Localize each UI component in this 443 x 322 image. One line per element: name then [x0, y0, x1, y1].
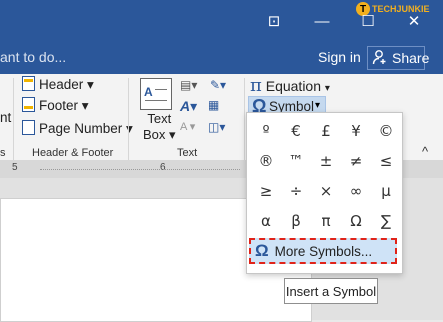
symbol-cell[interactable]: ©	[371, 117, 401, 145]
tell-me-input[interactable]: ant to do...	[0, 49, 66, 65]
date-time-icon[interactable]: ▦	[208, 98, 219, 112]
symbol-cell[interactable]: ±	[311, 147, 341, 175]
header-button[interactable]: Header ▾	[22, 76, 94, 93]
symbol-cell[interactable]: º	[251, 117, 281, 145]
ribbon-partial-label: nt	[0, 110, 12, 125]
footer-button[interactable]: Footer ▾	[22, 97, 89, 114]
symbol-dropdown: º € £ ¥ © ® ™ ± ≠ ≤ ≥ ÷ × ∞ µ α β π Ω ∑ Ω More Symbols...	[246, 112, 403, 274]
symbol-cell[interactable]: Ω	[341, 207, 371, 235]
group-partial-label: s	[0, 147, 6, 159]
footer-icon	[22, 97, 35, 112]
group-text-label: Text	[177, 147, 198, 159]
symbol-cell[interactable]: £	[311, 117, 341, 145]
symbol-cell[interactable]: ∑	[371, 207, 401, 235]
symbol-cell[interactable]: ®	[251, 147, 281, 175]
pi-icon: π	[250, 75, 262, 96]
symbol-cell[interactable]: ≤	[371, 147, 401, 175]
ribbon-display-options-button[interactable]: ⊡	[252, 0, 296, 42]
symbol-cell[interactable]: ≠	[341, 147, 371, 175]
share-button[interactable]: Share	[367, 46, 429, 70]
omega-icon: Ω	[255, 241, 269, 260]
drop-cap-icon[interactable]: A ▾	[180, 120, 195, 133]
chevron-down-icon: ▾	[315, 100, 321, 111]
symbol-cell[interactable]: π	[311, 207, 341, 235]
text-box-icon: A	[140, 78, 172, 110]
quick-parts-icon[interactable]: ▤▾	[180, 78, 197, 92]
more-symbols-button[interactable]: Ω More Symbols...	[249, 238, 397, 264]
header-icon	[22, 76, 35, 91]
person-add-icon	[372, 49, 388, 68]
symbol-cell[interactable]: µ	[371, 177, 401, 205]
symbol-cell[interactable]: α	[251, 207, 281, 235]
maximize-button[interactable]: ☐	[346, 0, 390, 42]
text-box-button[interactable]: Text Box ▾	[143, 111, 176, 143]
title-bar: T TECHJUNKIE ⊡ — ☐ ✕	[0, 0, 443, 42]
page-number-icon	[22, 120, 35, 135]
collapse-ribbon-button[interactable]: ^	[422, 144, 428, 159]
object-icon[interactable]: ◫▾	[208, 120, 225, 134]
sign-in-link[interactable]: Sign in	[318, 49, 361, 65]
symbol-cell[interactable]: ÷	[281, 177, 311, 205]
equation-button[interactable]: π Equation ▾	[250, 75, 330, 96]
symbol-cell[interactable]: ∞	[341, 177, 371, 205]
symbol-cell[interactable]: ¥	[341, 117, 371, 145]
minimize-button[interactable]: —	[300, 0, 344, 42]
symbol-cell[interactable]: ™	[281, 147, 311, 175]
symbol-cell[interactable]: ×	[311, 177, 341, 205]
symbol-cell[interactable]: €	[281, 117, 311, 145]
wordart-icon[interactable]: A▾	[180, 98, 197, 115]
tooltip: Insert a Symbol	[284, 278, 378, 304]
page-number-button[interactable]: Page Number ▾	[22, 120, 133, 137]
chevron-down-icon: ▾	[324, 83, 330, 94]
symbol-cell[interactable]: ≥	[251, 177, 281, 205]
tell-me-bar: ant to do... Sign in Share	[0, 42, 443, 74]
signature-line-icon[interactable]: ✎▾	[210, 78, 226, 92]
symbol-cell[interactable]: β	[281, 207, 311, 235]
close-button[interactable]: ✕	[392, 0, 436, 42]
group-header-footer-label: Header & Footer	[32, 147, 114, 159]
